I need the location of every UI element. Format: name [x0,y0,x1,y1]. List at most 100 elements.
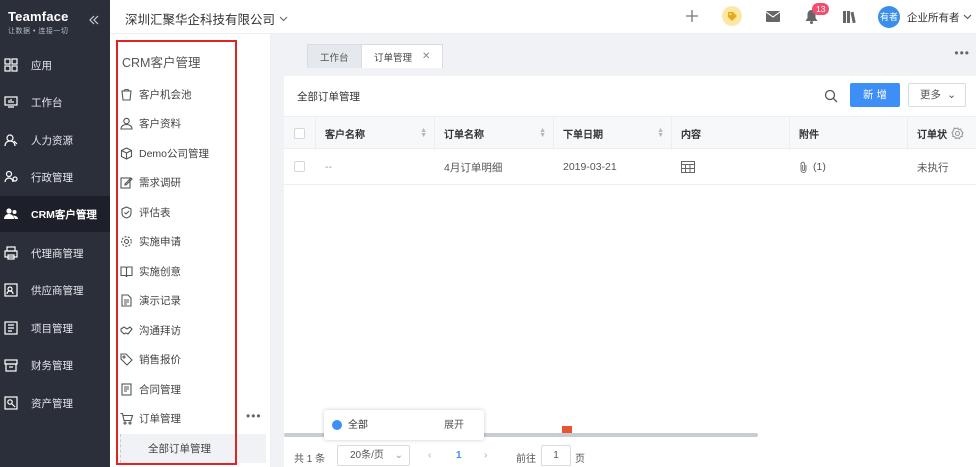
column-header-label: 客户名称 [325,130,365,141]
tab-order-management[interactable]: 订单管理 ✕ [361,44,444,68]
sort-icon[interactable]: ▲ ▼ [657,127,664,139]
project-icon [4,321,18,335]
org-icon [4,170,18,184]
table-header: 客户名称 ▲ ▼ 订单名称 ▲ ▼ 下单日期 ▲ ▼ 内容 附件 订单状 [284,116,976,150]
select-all-checkbox[interactable] [294,128,305,139]
cell-customer: -- [325,161,332,173]
close-icon[interactable]: ✕ [422,51,430,62]
row-checkbox[interactable] [294,161,305,172]
menu-item-label: 评估表 [139,207,171,219]
list-card: 全部订单管理 新 增 更多 ⌄ 客户名称 ▲ ▼ 订单名称 ▲ ▼ 下单日期 ▲… [284,76,976,467]
menu-item-customer-profile[interactable]: 客户资料 [120,109,270,138]
goto-page-input[interactable]: 1 [541,445,571,466]
column-header-order-name[interactable]: 订单名称 ▲ ▼ [435,117,554,150]
tab-label: 订单管理 [374,52,413,64]
page-size-select[interactable]: 20条/页 ⌄ [337,445,410,466]
cell-order-name[interactable]: 4月订单明细 [435,149,554,185]
column-header-label: 附件 [799,130,819,141]
prev-page-icon[interactable]: ‹ [428,450,431,461]
workspace: 工作台 订单管理 ✕ ••• 全部订单管理 新 增 更多 ⌄ 客户名称 ▲▼ [271,34,976,467]
book-icon [120,265,133,278]
nav-item-label: CRM客户管理 [31,208,97,221]
asset-icon [4,396,18,410]
menu-item-label: 需求调研 [139,177,181,189]
library-icon[interactable] [843,11,857,23]
tab-label: 工作台 [320,52,349,64]
chevron-down-icon[interactable] [963,12,972,21]
more-options-icon[interactable]: ••• [246,409,262,423]
search-icon[interactable] [824,89,838,103]
user-role[interactable]: 企业所有者 [907,10,960,25]
menu-item-evaluation[interactable]: 评估表 [120,198,270,227]
table-row[interactable]: -- 4月订单明细 2019-03-21 (1) 未执行 [284,149,976,185]
tag-icon[interactable] [722,6,742,26]
collapse-nav-icon[interactable] [88,14,100,26]
box-icon [120,147,133,160]
menu-item-label: 实施申请 [139,236,181,248]
nav-item-asset[interactable]: 资产管理 [0,385,110,421]
person-icon [4,133,18,147]
current-page[interactable]: 1 [456,450,462,461]
sort-icon[interactable]: ▲ ▼ [420,127,427,139]
tab-more-icon[interactable]: ••• [954,46,970,60]
menu-item-visits[interactable]: 沟通拜访 [120,316,270,345]
company-switcher[interactable]: 深圳汇聚华企科技有限公司 [125,9,288,28]
nav-item-finance[interactable]: 财务管理 [0,347,110,383]
row-select-cell [284,149,316,185]
column-header-order-date[interactable]: 下单日期 ▲ ▼ [554,117,672,150]
menu-item-label: 销售报价 [139,354,181,366]
nav-item-agent[interactable]: 代理商管理 [0,235,110,271]
nav-item-label: 应用 [31,59,52,72]
status-dot-icon [332,420,342,430]
chevron-down-icon: ⌄ [947,89,956,101]
total-count: 共 1 条 [294,454,326,465]
bucket-icon [120,88,133,101]
finance-icon [4,358,18,372]
module-menu: CRM客户管理 客户机会池 客户资料 Demo公司管理 需求调研 评估表 实施申… [110,34,271,467]
menu-item-implementation-ideas[interactable]: 实施创意 [120,257,270,286]
floating-panel[interactable]: 全部 展开 [324,410,484,440]
menu-item-contracts[interactable]: 合同管理 [120,375,270,404]
tab-bar: 工作台 订单管理 ✕ ••• [271,34,976,70]
menu-subitem-all-orders[interactable]: 全部订单管理 [120,434,266,463]
tab-workbench[interactable]: 工作台 [307,44,362,68]
nav-item-supplier[interactable]: 供应商管理 [0,272,110,308]
nav-item-admin[interactable]: 行政管理 [0,159,110,195]
attachment-count: (1) [813,161,826,173]
menu-item-demo-records[interactable]: 演示记录 [120,286,270,315]
menu-item-research[interactable]: 需求调研 [120,168,270,197]
nav-item-label: 财务管理 [31,359,73,372]
nav-item-crm[interactable]: CRM客户管理 [0,196,110,232]
next-page-icon[interactable]: › [484,450,487,461]
add-icon[interactable] [685,9,699,23]
cell-attachment[interactable]: (1) [790,149,908,185]
module-title: CRM客户管理 [122,56,201,70]
column-header-customer[interactable]: 客户名称 ▲ ▼ [316,117,435,150]
menu-item-implementation-request[interactable]: 实施申请 [120,227,270,256]
avatar[interactable]: 有者 [878,6,900,28]
select-all-cell [284,117,316,150]
nav-item-hr[interactable]: 人力资源 [0,122,110,158]
column-settings-icon[interactable] [951,127,964,140]
menu-item-opportunity-pool[interactable]: 客户机会池 [120,80,270,109]
menu-item-demo-company[interactable]: Demo公司管理 [120,139,270,168]
nav-item-workbench[interactable]: 工作台 [0,84,110,120]
menu-subitem-label: 全部订单管理 [148,443,211,455]
column-header-attachment: 附件 [790,117,908,150]
add-new-button[interactable]: 新 增 [850,83,900,107]
menu-item-label: 客户资料 [139,118,181,130]
nav-item-label: 项目管理 [31,322,73,335]
contract-icon [120,383,133,396]
column-header-label: 订单名称 [444,130,484,141]
expand-toggle[interactable]: 展开 [444,416,464,431]
menu-item-quotation[interactable]: 销售报价 [120,345,270,374]
more-actions-dropdown[interactable]: 更多 ⌄ [908,83,966,107]
users-icon [4,207,18,221]
nav-item-apps[interactable]: 应用 [0,47,110,83]
mail-icon[interactable] [766,11,780,22]
nav-item-project[interactable]: 项目管理 [0,310,110,346]
menu-item-label: 合同管理 [139,384,181,396]
sort-icon[interactable]: ▲ ▼ [539,127,546,139]
table-content-icon[interactable] [681,161,695,173]
cell-order-date: 2019-03-21 [563,161,617,173]
